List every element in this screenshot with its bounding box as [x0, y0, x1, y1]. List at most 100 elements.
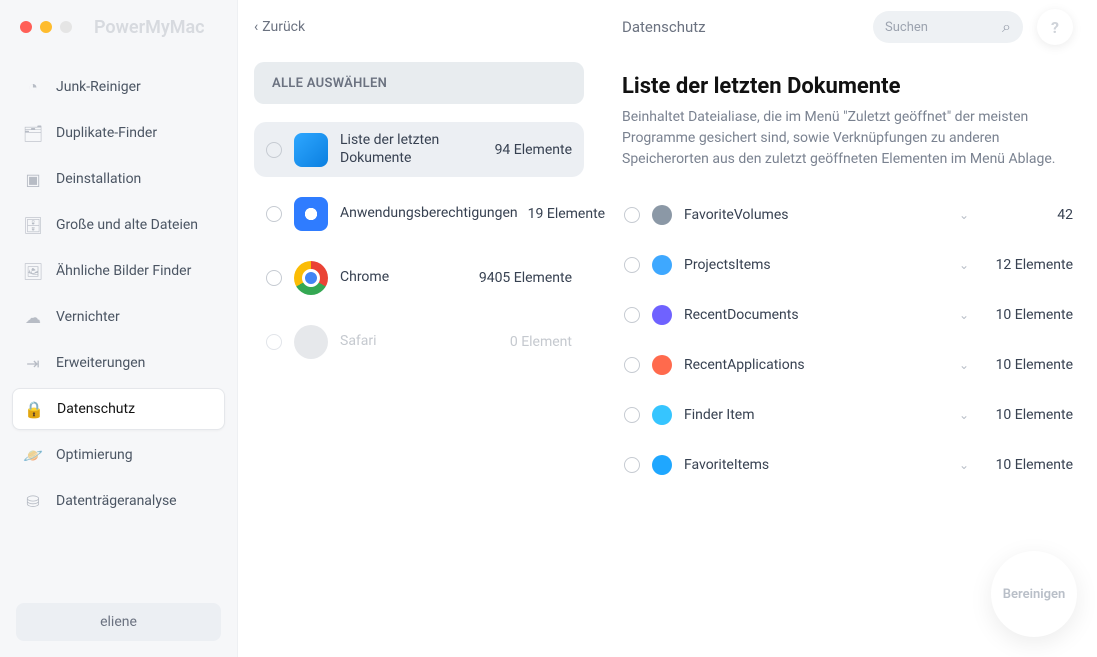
uninstall-icon: ▣	[22, 168, 44, 190]
radio-unchecked[interactable]	[624, 207, 640, 223]
search-input[interactable]	[885, 20, 994, 35]
category-count: 0 Element	[510, 334, 572, 350]
list-item[interactable]: FavoriteVolumes ⌄ 42	[622, 190, 1073, 240]
folder-icon	[652, 255, 672, 275]
chevron-down-icon[interactable]: ⌄	[957, 258, 971, 272]
maximize-window-icon[interactable]	[60, 21, 72, 33]
category-name: Safari	[340, 333, 500, 351]
sidebar-item-label: Datenträgeranalyse	[56, 493, 177, 509]
document-icon	[652, 305, 672, 325]
row-name: RecentApplications	[684, 357, 945, 373]
row-name: Finder Item	[684, 407, 945, 423]
chrome-icon	[294, 261, 328, 295]
category-count: 94 Elemente	[495, 142, 572, 158]
sidebar-item-shredder[interactable]: ☁ Vernichter	[12, 296, 225, 338]
chevron-down-icon[interactable]: ⌄	[957, 358, 971, 372]
list-item[interactable]: FavoriteItems ⌄ 10 Elemente	[622, 440, 1073, 490]
clean-label: Bereinigen	[1003, 587, 1065, 602]
sidebar-item-similar-images[interactable]: 🖼Ähnliche Bilder Finder	[12, 250, 225, 292]
sidebar-item-label: Datenschutz	[57, 401, 135, 417]
sidebar-item-duplicates[interactable]: 🗂 Duplikate-Finder	[12, 112, 225, 154]
sidebar-item-label: Optimierung	[56, 447, 133, 463]
sidebar-item-label: Erweiterungen	[56, 355, 145, 371]
section-label: Datenschutz	[622, 18, 706, 36]
radio-unchecked[interactable]	[266, 334, 282, 350]
list-item[interactable]: RecentApplications ⌄ 10 Elemente	[622, 340, 1073, 390]
category-chrome[interactable]: Chrome9405 Elemente	[254, 251, 584, 305]
clean-button[interactable]: Bereinigen	[991, 551, 1077, 637]
chevron-down-icon[interactable]: ⌄	[957, 408, 971, 422]
sidebar-item-privacy[interactable]: 🔒 Datenschutz	[12, 388, 225, 430]
close-window-icon[interactable]	[20, 21, 32, 33]
radio-unchecked[interactable]	[266, 142, 282, 158]
finder-icon	[652, 405, 672, 425]
sidebar-item-junk[interactable]: ◔ Junk-Reiniger	[12, 66, 225, 108]
sidebar-nav: ◔ Junk-Reiniger 🗂 Duplikate-Finder ▣Deinst…	[0, 66, 237, 587]
category-recent-documents[interactable]: Liste der letzten Dokumente 94 Elemente	[254, 122, 584, 177]
category-app-permissions[interactable]: Anwendungsberechtigungen19 Elemente	[254, 187, 584, 241]
row-count: 12 Elemente	[983, 257, 1073, 273]
panel-title: Liste der letzten Dokumente	[622, 74, 1073, 99]
planet-icon: 🪐	[22, 444, 44, 466]
row-count: 10 Elemente	[983, 307, 1073, 323]
sidebar-item-label: Große und alte Dateien	[56, 217, 198, 233]
chevron-down-icon[interactable]: ⌄	[957, 458, 971, 472]
list-item[interactable]: RecentDocuments ⌄ 10 Elemente	[622, 290, 1073, 340]
chevron-down-icon[interactable]: ⌄	[957, 208, 971, 222]
row-name: FavoriteVolumes	[684, 207, 945, 223]
user-chip[interactable]: eliene	[16, 603, 221, 641]
app-icon	[652, 355, 672, 375]
category-name: Liste der letzten Dokumente	[340, 132, 485, 167]
sidebar: PowerMyMac ◔ Junk-Reiniger 🗂 Duplikate-Fin…	[0, 0, 238, 657]
sidebar-item-extensions[interactable]: ⇥ Erweiterungen	[12, 342, 225, 384]
sidebar-item-large-files[interactable]: 🗄 Große und alte Dateien	[12, 204, 225, 246]
chevron-left-icon: ‹	[254, 19, 258, 35]
select-all-label: ALLE AUSWÄHLEN	[272, 76, 387, 91]
gauge-icon: ◔	[22, 76, 44, 98]
row-count: 42	[983, 207, 1073, 223]
row-count: 10 Elemente	[983, 457, 1073, 473]
sidebar-item-label: Vernichter	[56, 309, 120, 325]
category-name: Anwendungsberechtigungen	[340, 205, 518, 223]
document-list: FavoriteVolumes ⌄ 42 ProjectsItems ⌄ 12 …	[622, 190, 1073, 490]
row-name: FavoriteItems	[684, 457, 945, 473]
back-label: Zurück	[262, 19, 305, 35]
disk-icon	[652, 205, 672, 225]
app-title: PowerMyMac	[94, 17, 205, 38]
radio-unchecked[interactable]	[624, 307, 640, 323]
list-item[interactable]: ProjectsItems ⌄ 12 Elemente	[622, 240, 1073, 290]
radio-unchecked[interactable]	[266, 206, 282, 222]
sidebar-item-label: Ähnliche Bilder Finder	[56, 263, 191, 279]
disk-icon: ⛁	[22, 490, 44, 512]
window-titlebar: PowerMyMac	[0, 10, 237, 44]
radio-unchecked[interactable]	[624, 257, 640, 273]
help-button[interactable]: ?	[1037, 9, 1073, 45]
row-count: 10 Elemente	[983, 407, 1073, 423]
lock-icon: 🔒	[23, 398, 45, 420]
search-box[interactable]: ⌕	[873, 11, 1023, 43]
sidebar-item-label: Duplikate-Finder	[56, 125, 157, 141]
category-safari[interactable]: Safari 0 Element	[254, 315, 584, 369]
radio-unchecked[interactable]	[624, 407, 640, 423]
select-all-button[interactable]: ALLE AUSWÄHLEN	[254, 62, 584, 104]
row-count: 10 Elemente	[983, 357, 1073, 373]
sidebar-item-optimize[interactable]: 🪐 Optimierung	[12, 434, 225, 476]
sidebar-item-uninstall[interactable]: ▣Deinstallation	[12, 158, 225, 200]
radio-unchecked[interactable]	[266, 270, 282, 286]
folders-icon: 🗂	[22, 122, 44, 144]
radio-unchecked[interactable]	[624, 457, 640, 473]
minimize-window-icon[interactable]	[40, 21, 52, 33]
help-icon: ?	[1051, 18, 1059, 37]
category-column: ‹ Zurück ALLE AUSWÄHLEN Liste der letzte…	[238, 0, 600, 657]
back-button[interactable]: ‹ Zurück	[254, 19, 305, 35]
box-icon: 🗄	[22, 214, 44, 236]
chevron-down-icon[interactable]: ⌄	[957, 308, 971, 322]
list-item[interactable]: Finder Item ⌄ 10 Elemente	[622, 390, 1073, 440]
sidebar-item-label: Junk-Reiniger	[56, 79, 141, 95]
shredder-icon: ☁	[22, 306, 44, 328]
radio-unchecked[interactable]	[624, 357, 640, 373]
plug-icon: ⇥	[22, 352, 44, 374]
category-name: Chrome	[340, 269, 469, 287]
finder-icon	[294, 133, 328, 167]
sidebar-item-disk[interactable]: ⛁ Datenträgeranalyse	[12, 480, 225, 522]
